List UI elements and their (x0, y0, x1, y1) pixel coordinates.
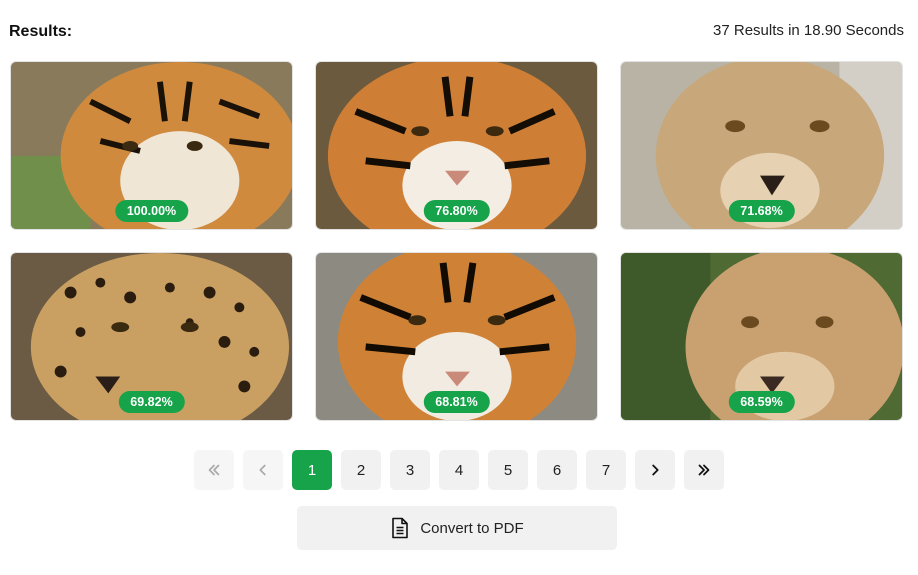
page-button-2[interactable]: 2 (341, 450, 381, 490)
convert-to-pdf-label: Convert to PDF (420, 519, 524, 537)
double-chevron-right-icon (698, 464, 710, 476)
page-button-6[interactable]: 6 (537, 450, 577, 490)
double-chevron-left-icon (208, 464, 220, 476)
convert-to-pdf-button[interactable]: Convert to PDF (297, 506, 617, 550)
page-button-3[interactable]: 3 (390, 450, 430, 490)
page-button-4[interactable]: 4 (439, 450, 479, 490)
match-score-badge: 69.82% (118, 391, 185, 413)
result-card[interactable]: 76.80% (315, 61, 598, 230)
results-grid: 100.00% 76.80% 71.68% 69.82% 68.81% 68.5… (10, 61, 903, 421)
page-button-7[interactable]: 7 (586, 450, 626, 490)
match-score-badge: 100.00% (114, 200, 189, 222)
chevron-left-icon (259, 464, 266, 476)
page-button-1[interactable]: 1 (292, 450, 332, 490)
results-title: Results: (9, 23, 73, 40)
results-summary: 37 Results in 18.90 Seconds (713, 22, 904, 39)
document-icon (392, 517, 409, 539)
pagination: 1 2 3 4 5 6 7 (194, 450, 724, 490)
result-card[interactable]: 68.59% (620, 252, 903, 421)
page-button-5[interactable]: 5 (488, 450, 528, 490)
match-score-badge: 76.80% (423, 200, 490, 222)
result-card[interactable]: 68.81% (315, 252, 598, 421)
first-page-button[interactable] (194, 450, 234, 490)
result-card[interactable]: 69.82% (10, 252, 293, 421)
result-card[interactable]: 71.68% (620, 61, 903, 230)
last-page-button[interactable] (684, 450, 724, 490)
chevron-right-icon (652, 464, 659, 476)
match-score-badge: 71.68% (728, 200, 795, 222)
next-page-button[interactable] (635, 450, 675, 490)
result-card[interactable]: 100.00% (10, 61, 293, 230)
prev-page-button[interactable] (243, 450, 283, 490)
match-score-badge: 68.81% (423, 391, 490, 413)
match-score-badge: 68.59% (728, 391, 795, 413)
